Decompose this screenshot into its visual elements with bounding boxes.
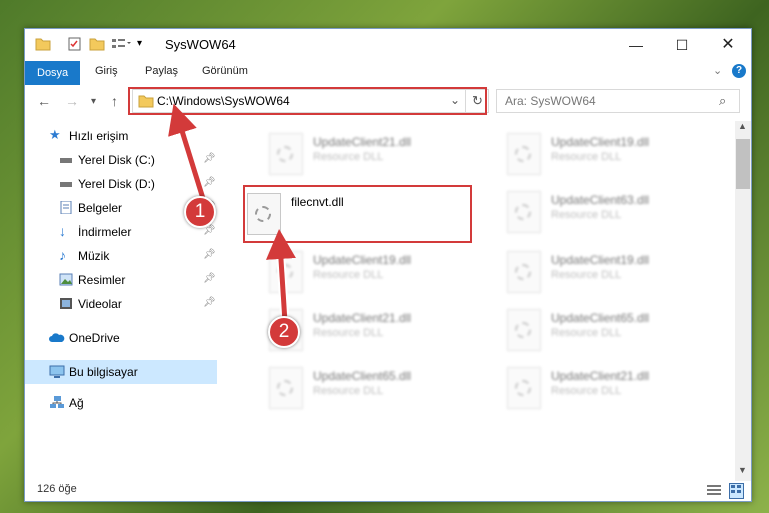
annotation-badge-2: 2 — [268, 316, 300, 348]
annotation-badge-1: 1 — [184, 196, 216, 228]
annotation-arrows — [168, 103, 296, 323]
